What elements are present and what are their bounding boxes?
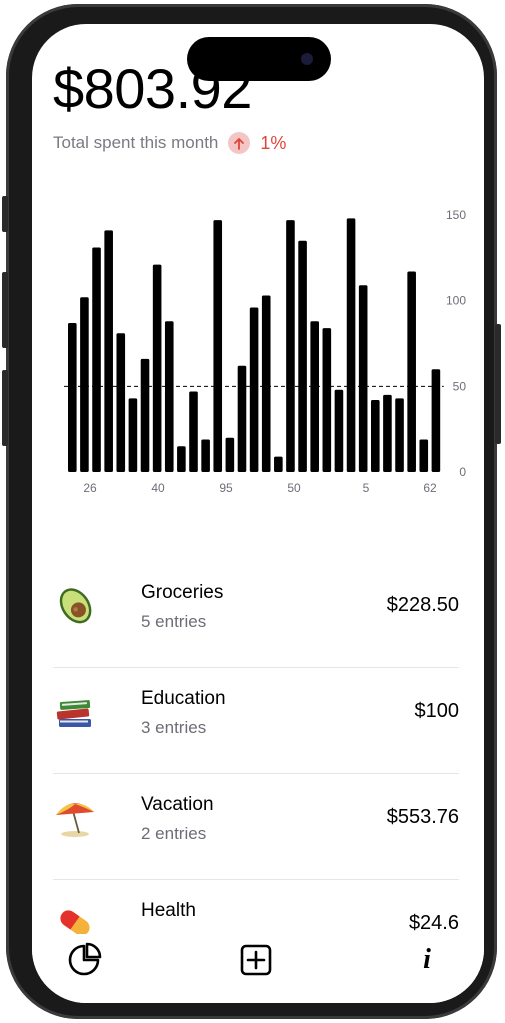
beach-umbrella-icon — [53, 795, 97, 839]
category-amount: $100 — [414, 700, 460, 722]
silent-switch — [2, 196, 8, 232]
pie-chart-icon[interactable] — [64, 940, 104, 980]
chart-bar[interactable] — [213, 220, 223, 472]
chart-bar[interactable] — [152, 264, 162, 472]
chart-bar[interactable] — [164, 321, 174, 472]
chart-bar[interactable] — [346, 218, 356, 472]
x-tick-label: 62 — [423, 481, 437, 495]
chart-bar[interactable] — [298, 240, 307, 472]
chart-bar[interactable] — [237, 365, 247, 472]
chart-bar[interactable] — [68, 322, 77, 472]
category-amount: $24.6 — [408, 912, 459, 934]
chart-bar[interactable] — [189, 391, 198, 472]
x-tick-label: 26 — [83, 481, 97, 495]
y-tick-label: 0 — [459, 465, 466, 479]
category-entries: 3 entries — [141, 718, 207, 737]
category-name: Education — [141, 688, 226, 709]
y-tick-label: 150 — [446, 208, 466, 222]
x-tick-label: 5 — [363, 481, 370, 495]
chart-bar[interactable] — [419, 439, 429, 472]
category-name: Health — [141, 900, 196, 921]
category-name: Vacation — [141, 794, 214, 815]
chart-bar[interactable] — [371, 400, 380, 472]
chart-bar[interactable] — [128, 398, 138, 472]
category-name: Groceries — [141, 582, 224, 603]
category-entries: 2 entries — [141, 824, 207, 843]
y-tick-label: 50 — [453, 379, 467, 393]
dynamic-island — [187, 37, 331, 81]
tab-bar: i — [32, 934, 484, 1003]
chart-bar[interactable] — [358, 285, 368, 472]
avocado-icon — [53, 583, 97, 627]
screen: $803.92 Total spent this month 1% 0 50 100… — [32, 24, 484, 1003]
x-tick-label: 95 — [219, 481, 233, 495]
y-tick-label: 100 — [446, 294, 466, 308]
chart-bar[interactable] — [104, 230, 113, 472]
chart-bar[interactable] — [334, 389, 344, 472]
category-row-education[interactable]: Education 3 entries $100 — [53, 667, 459, 774]
volume-down-button — [2, 370, 8, 446]
volume-up-button — [2, 272, 8, 348]
category-amount: $228.50 — [386, 594, 459, 616]
arrow-up-circle-icon — [228, 132, 251, 154]
chart-bar[interactable] — [177, 446, 186, 472]
chart-bar[interactable] — [407, 271, 416, 472]
chart-bar[interactable] — [286, 220, 295, 472]
chart-bar[interactable] — [249, 307, 259, 472]
chart-bar[interactable] — [274, 456, 283, 472]
category-row-groceries[interactable]: Groceries 5 entries $228.50 — [53, 561, 459, 668]
info-icon[interactable]: i — [407, 940, 447, 980]
chart-bar[interactable] — [225, 437, 235, 472]
add-square-icon[interactable] — [236, 940, 276, 980]
chart-bar[interactable] — [310, 321, 319, 472]
chart-bar[interactable] — [116, 333, 126, 472]
chart-bar[interactable] — [140, 358, 150, 472]
chart-bar[interactable] — [322, 328, 332, 472]
change-percent: 1% — [260, 132, 287, 153]
chart-bar[interactable] — [261, 295, 271, 472]
power-button — [495, 324, 501, 444]
chart-bar[interactable] — [383, 394, 392, 472]
category-row-vacation[interactable]: Vacation 2 entries $553.76 — [53, 773, 459, 880]
chart-bar[interactable] — [395, 398, 404, 472]
total-subtitle: Total spent this month 1% — [53, 132, 286, 154]
chart-bar[interactable] — [201, 439, 210, 472]
chart-bar[interactable] — [431, 369, 441, 472]
category-entries: 5 entries — [141, 612, 207, 631]
x-tick-label: 50 — [287, 481, 301, 495]
books-icon — [53, 689, 97, 733]
phone-frame: $803.92 Total spent this month 1% 0 50 100… — [2, 4, 501, 1019]
spending-bar-chart: 0 50 100 150 26 40 95 50 5 62 — [64, 208, 467, 495]
chart-bar[interactable] — [92, 247, 101, 472]
chart-bar[interactable] — [80, 297, 89, 472]
camera-icon — [301, 53, 313, 65]
x-tick-label: 40 — [151, 481, 165, 495]
total-label: Total spent this month — [53, 133, 219, 152]
category-amount: $553.76 — [386, 806, 459, 828]
